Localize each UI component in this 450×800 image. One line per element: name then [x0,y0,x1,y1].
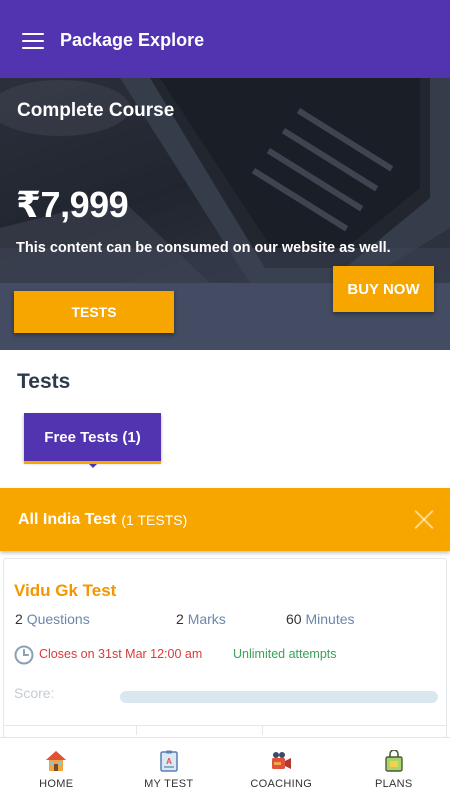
score-progress-bar [120,691,438,703]
course-title: Complete Course [17,100,175,121]
test-sheet-icon: A [160,750,178,772]
duration-minutes: 60 Minutes [286,611,355,627]
nav-item-coaching[interactable]: COACHING [225,738,338,800]
bottom-navigation: HOME A MY TEST COACHING PLANS [0,737,450,800]
nav-item-plans[interactable]: PLANS [338,738,450,800]
svg-text:A: A [166,757,172,766]
nav-item-my-test[interactable]: A MY TEST [113,738,226,800]
tests-tab-button[interactable]: TESTS [14,291,174,333]
course-hero-banner: Complete Course ₹7,999 This content can … [0,78,450,350]
marks-count: 2 Marks [176,611,226,627]
test-name[interactable]: Vidu Gk Test [14,581,116,601]
coaching-video-icon [272,752,292,769]
free-tests-tab[interactable]: Free Tests (1) [24,413,161,468]
attempts-info: Unlimited attempts [233,647,337,661]
buy-now-button[interactable]: BUY NOW [333,266,434,312]
website-availability-note: This content can be consumed on our webs… [16,240,391,256]
score-label: Score: [14,685,55,701]
page-title: Package Explore [60,29,205,50]
close-icon[interactable] [414,509,434,529]
app-bar: Package Explore [0,0,450,78]
free-tests-tab-indicator [24,461,161,464]
test-group-name: All India Test [18,510,117,528]
hamburger-menu-icon[interactable] [22,33,44,49]
home-icon [46,751,67,771]
nav-item-home[interactable]: HOME [0,738,113,800]
clock-icon [14,645,34,665]
test-group-header[interactable]: All India Test (1 TESTS) [0,488,450,551]
questions-count: 2 Questions [15,611,90,627]
plans-bag-icon [385,750,403,772]
tests-section-heading: Tests [17,370,71,393]
course-price: ₹7,999 [16,184,129,225]
closing-date: Closes on 31st Mar 12:00 am [39,647,203,661]
test-card[interactable]: Vidu Gk Test 2 Questions 2 Marks 60 Minu… [3,558,447,738]
test-group-count: (1 TESTS) [121,512,188,528]
